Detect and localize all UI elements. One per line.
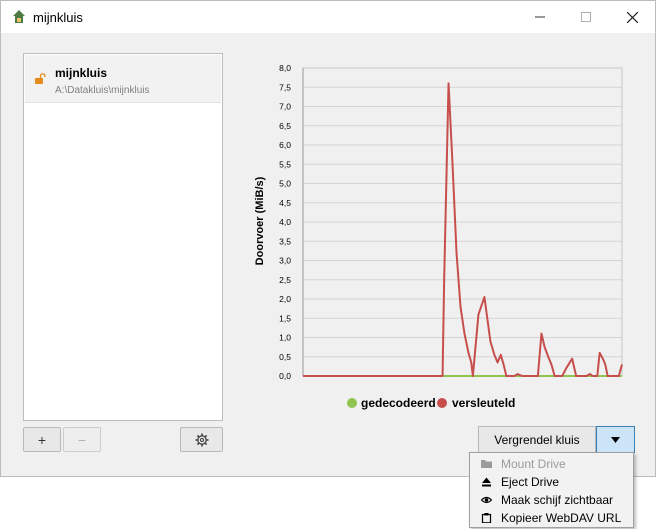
window-title: mijnkluis bbox=[33, 10, 83, 25]
y-tick-label: 5,0 bbox=[279, 179, 291, 189]
y-tick-label: 0,5 bbox=[279, 352, 291, 362]
unlocked-padlock-icon bbox=[35, 73, 46, 84]
close-button[interactable] bbox=[609, 1, 655, 33]
eject-icon bbox=[482, 477, 491, 487]
y-tick-label: 8,0 bbox=[279, 63, 291, 73]
menu-item-reveal-drive[interactable]: Maak schijf zichtbaar bbox=[470, 491, 633, 509]
folder-icon bbox=[481, 460, 492, 468]
y-tick-label: 3,5 bbox=[279, 236, 291, 246]
add-label: + bbox=[37, 431, 47, 448]
y-tick-label: 6,0 bbox=[279, 140, 291, 150]
lock-vault-label: Vergrendel kluis bbox=[494, 432, 580, 447]
y-tick-label: 7,5 bbox=[279, 82, 291, 92]
drive-options-menu: Mount Drive Eject Drive Maak schijf zich… bbox=[469, 452, 634, 528]
chart-legend: gedecodeerd versleuteld bbox=[347, 396, 515, 410]
minimize-icon bbox=[535, 16, 545, 18]
chart-series bbox=[303, 82, 623, 377]
menu-item-label: Mount Drive bbox=[501, 457, 566, 471]
legend-label-gedecodeerd: gedecodeerd bbox=[361, 396, 436, 410]
vault-list-item[interactable]: mijnkluis A:\Datakluis\mijnkluis bbox=[25, 55, 221, 103]
y-tick-label: 0,0 bbox=[279, 371, 291, 381]
y-tick-label: 4,5 bbox=[279, 198, 291, 208]
close-icon bbox=[626, 11, 638, 23]
lock-vault-split-button: Vergrendel kluis bbox=[478, 426, 635, 453]
dropdown-triangle-icon bbox=[611, 436, 620, 443]
menu-item-copy-webdav-url[interactable]: Kopieer WebDAV URL bbox=[470, 509, 633, 527]
title-bar: mijnkluis bbox=[1, 1, 655, 33]
lock-options-dropdown-button[interactable] bbox=[596, 426, 635, 453]
clipboard-icon bbox=[481, 513, 492, 523]
chart-y-axis-label: Doorvoer (MiB/s) bbox=[254, 176, 266, 265]
menu-item-mount-drive[interactable]: Mount Drive bbox=[470, 455, 633, 473]
y-tick-label: 4,0 bbox=[279, 217, 291, 227]
y-tick-label: 6,5 bbox=[279, 121, 291, 131]
vault-name: mijnkluis bbox=[55, 66, 108, 80]
minimize-button[interactable] bbox=[517, 1, 563, 33]
menu-item-label: Kopieer WebDAV URL bbox=[501, 511, 622, 525]
menu-item-eject-drive[interactable]: Eject Drive bbox=[470, 473, 633, 491]
legend-label-versleuteld: versleuteld bbox=[452, 396, 515, 410]
chart-y-ticks: 0,0 0,5 1,0 1,5 2,0 2,5 3,0 3,5 4,0 4,5 5,0 5,5 6,0 6… bbox=[279, 63, 291, 381]
remove-label: − bbox=[77, 431, 87, 448]
y-tick-label: 1,0 bbox=[279, 333, 291, 343]
lock-vault-button[interactable]: Vergrendel kluis bbox=[478, 426, 596, 453]
menu-item-label: Eject Drive bbox=[501, 475, 560, 489]
gear-icon bbox=[195, 433, 208, 446]
main-window: mijnkluis mijnkluis A:\Datakluis\mijnklu… bbox=[0, 0, 656, 477]
cryptomator-icon bbox=[13, 10, 25, 23]
y-tick-label: 3,0 bbox=[279, 256, 291, 266]
menu-item-label: Maak schijf zichtbaar bbox=[501, 493, 614, 507]
legend-marker-gedecodeerd bbox=[347, 398, 357, 408]
chart-grid bbox=[302, 67, 623, 377]
remove-vault-button[interactable]: − bbox=[63, 427, 101, 452]
maximize-icon bbox=[581, 12, 591, 22]
eye-icon bbox=[481, 496, 492, 504]
y-tick-label: 2,5 bbox=[279, 275, 291, 285]
vault-list: mijnkluis A:\Datakluis\mijnkluis bbox=[23, 53, 223, 421]
series-line-versleuteld bbox=[303, 82, 623, 377]
y-tick-label: 2,0 bbox=[279, 294, 291, 304]
y-tick-label: 7,0 bbox=[279, 102, 291, 112]
maximize-button[interactable] bbox=[563, 1, 609, 33]
add-vault-button[interactable]: + bbox=[23, 427, 61, 452]
settings-button[interactable] bbox=[180, 427, 223, 452]
vault-path: A:\Datakluis\mijnkluis bbox=[55, 85, 150, 96]
y-tick-label: 1,5 bbox=[279, 313, 291, 323]
legend-marker-versleuteld bbox=[437, 398, 447, 408]
y-tick-label: 5,5 bbox=[279, 159, 291, 169]
throughput-chart: 0,0 0,5 1,0 1,5 2,0 2,5 3,0 3,5 4,0 4,5 5,0 5,5 6,0 6… bbox=[254, 63, 623, 410]
